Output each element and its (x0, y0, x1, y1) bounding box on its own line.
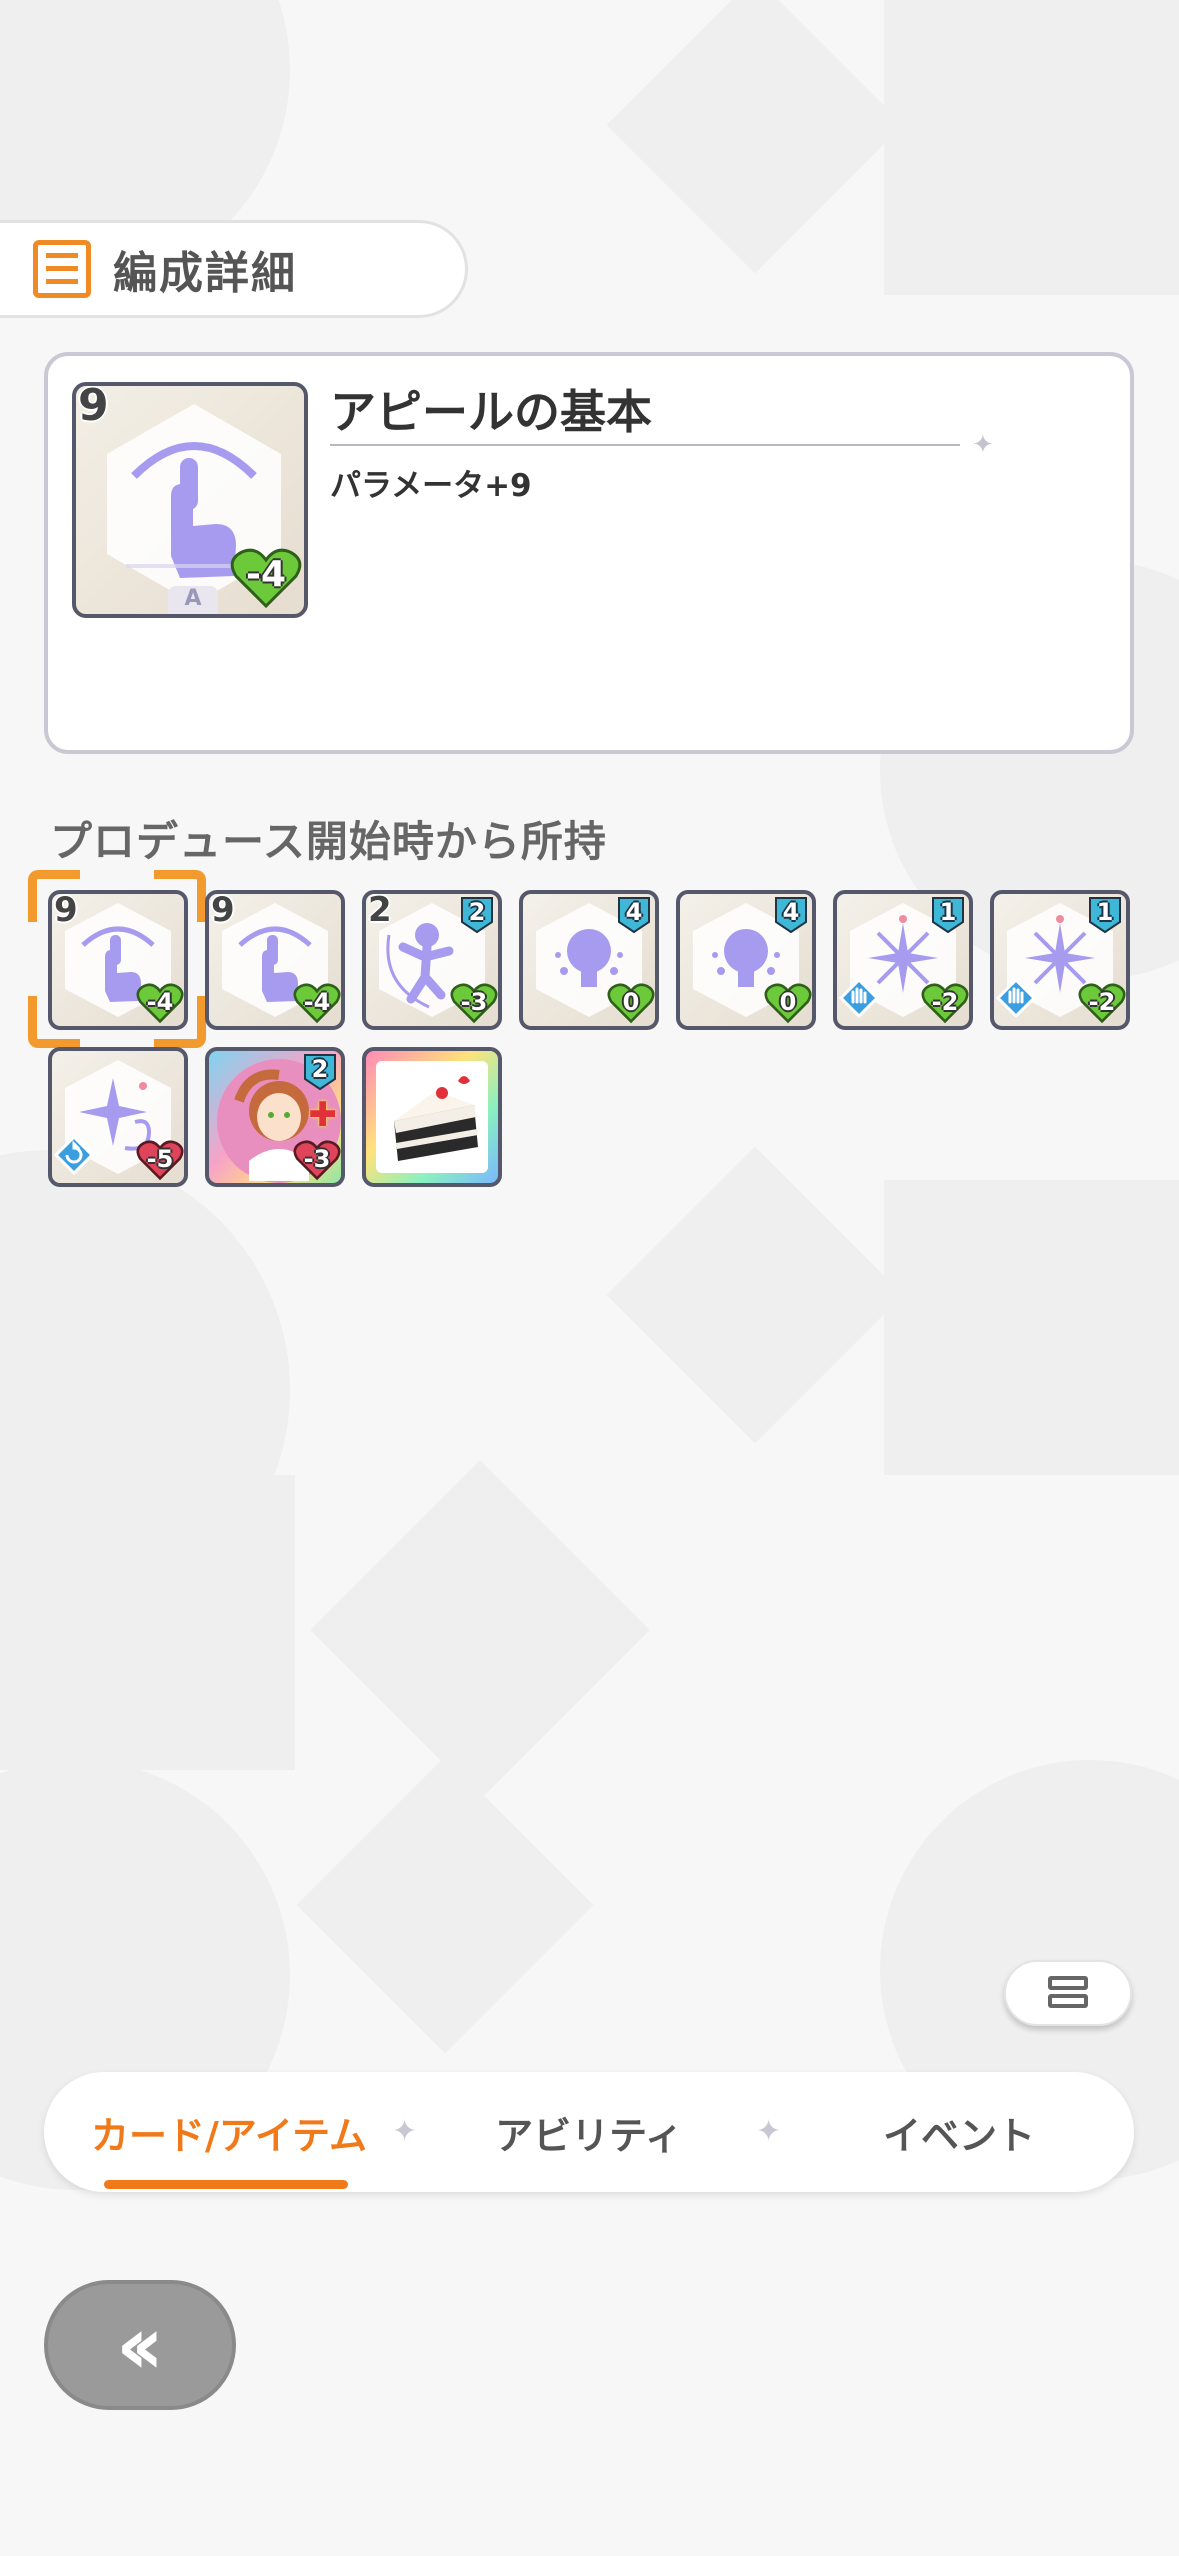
refresh-icon (53, 1134, 95, 1179)
layout-icon (1048, 1976, 1088, 2010)
card-tile-sparkle[interactable]: 1 -2 (990, 890, 1130, 1030)
level-badge: 1 (929, 896, 967, 934)
card-tile-star-swirl[interactable]: -5 (48, 1047, 188, 1187)
double-chevron-left-icon: ‹‹ (116, 2298, 164, 2392)
card-cost: 2 (368, 890, 392, 930)
sparkle-icon: ✦ (392, 2114, 418, 2149)
tab-event[interactable]: イベント (814, 2072, 1104, 2192)
card-tile-jump[interactable]: 2 2 -3 (362, 890, 502, 1030)
level-badge: 4 (615, 896, 653, 934)
tab-cards-items[interactable]: カード/アイテム (64, 2072, 394, 2192)
heart-cost-badge: -2 (1078, 982, 1126, 1024)
heart-cost-badge: -4 (136, 982, 184, 1024)
heart-cost-badge: -2 (921, 982, 969, 1024)
heart-cost-badge: -5 (136, 1139, 184, 1181)
card-tile-appeal-basic[interactable]: 9 -4 (205, 890, 345, 1030)
hand-icon (995, 977, 1037, 1022)
layout-toggle-button[interactable] (1004, 1960, 1132, 2026)
hand-icon (838, 977, 880, 1022)
heart-cost-badge: 0 (764, 982, 812, 1024)
level-badge: 2 (458, 896, 496, 934)
card-tile-lightbulb[interactable]: 4 0 (519, 890, 659, 1030)
sparkle-icon: ✦ (756, 2114, 782, 2149)
level-badge: 2 (301, 1053, 339, 1091)
back-button[interactable]: ‹‹ (44, 2280, 236, 2410)
card-tile-appeal-basic[interactable]: 9 -4 (48, 890, 188, 1030)
active-tab-indicator (104, 2180, 348, 2189)
card-tile-sparkle[interactable]: 1 -2 (833, 890, 973, 1030)
card-cost: 9 (211, 890, 235, 930)
heart-cost-badge: -3 (293, 1139, 341, 1181)
heart-cost-badge: 0 (607, 982, 655, 1024)
cake-item (394, 1076, 478, 1161)
card-tile-lightbulb[interactable]: 4 0 (676, 890, 816, 1030)
card-grid: 9 -4 9 -4 2 2 -3 4 0 4 0 1 -2 1 -2 -5 2 … (0, 0, 1179, 1200)
heart-cost-badge: -3 (450, 982, 498, 1024)
tab-bar: カード/アイテム ✦ アビリティ ✦ イベント (44, 2072, 1134, 2192)
level-badge: 4 (772, 896, 810, 934)
card-cost: 9 (54, 890, 78, 930)
plus-icon: ✚ (308, 1095, 338, 1135)
level-badge: 1 (1086, 896, 1124, 934)
heart-cost-badge: -4 (293, 982, 341, 1024)
tab-ability[interactable]: アビリティ (444, 2072, 734, 2192)
item-tile-cake[interactable] (362, 1047, 502, 1187)
card-tile-idol[interactable]: 2 ✚ -3 (205, 1047, 345, 1187)
